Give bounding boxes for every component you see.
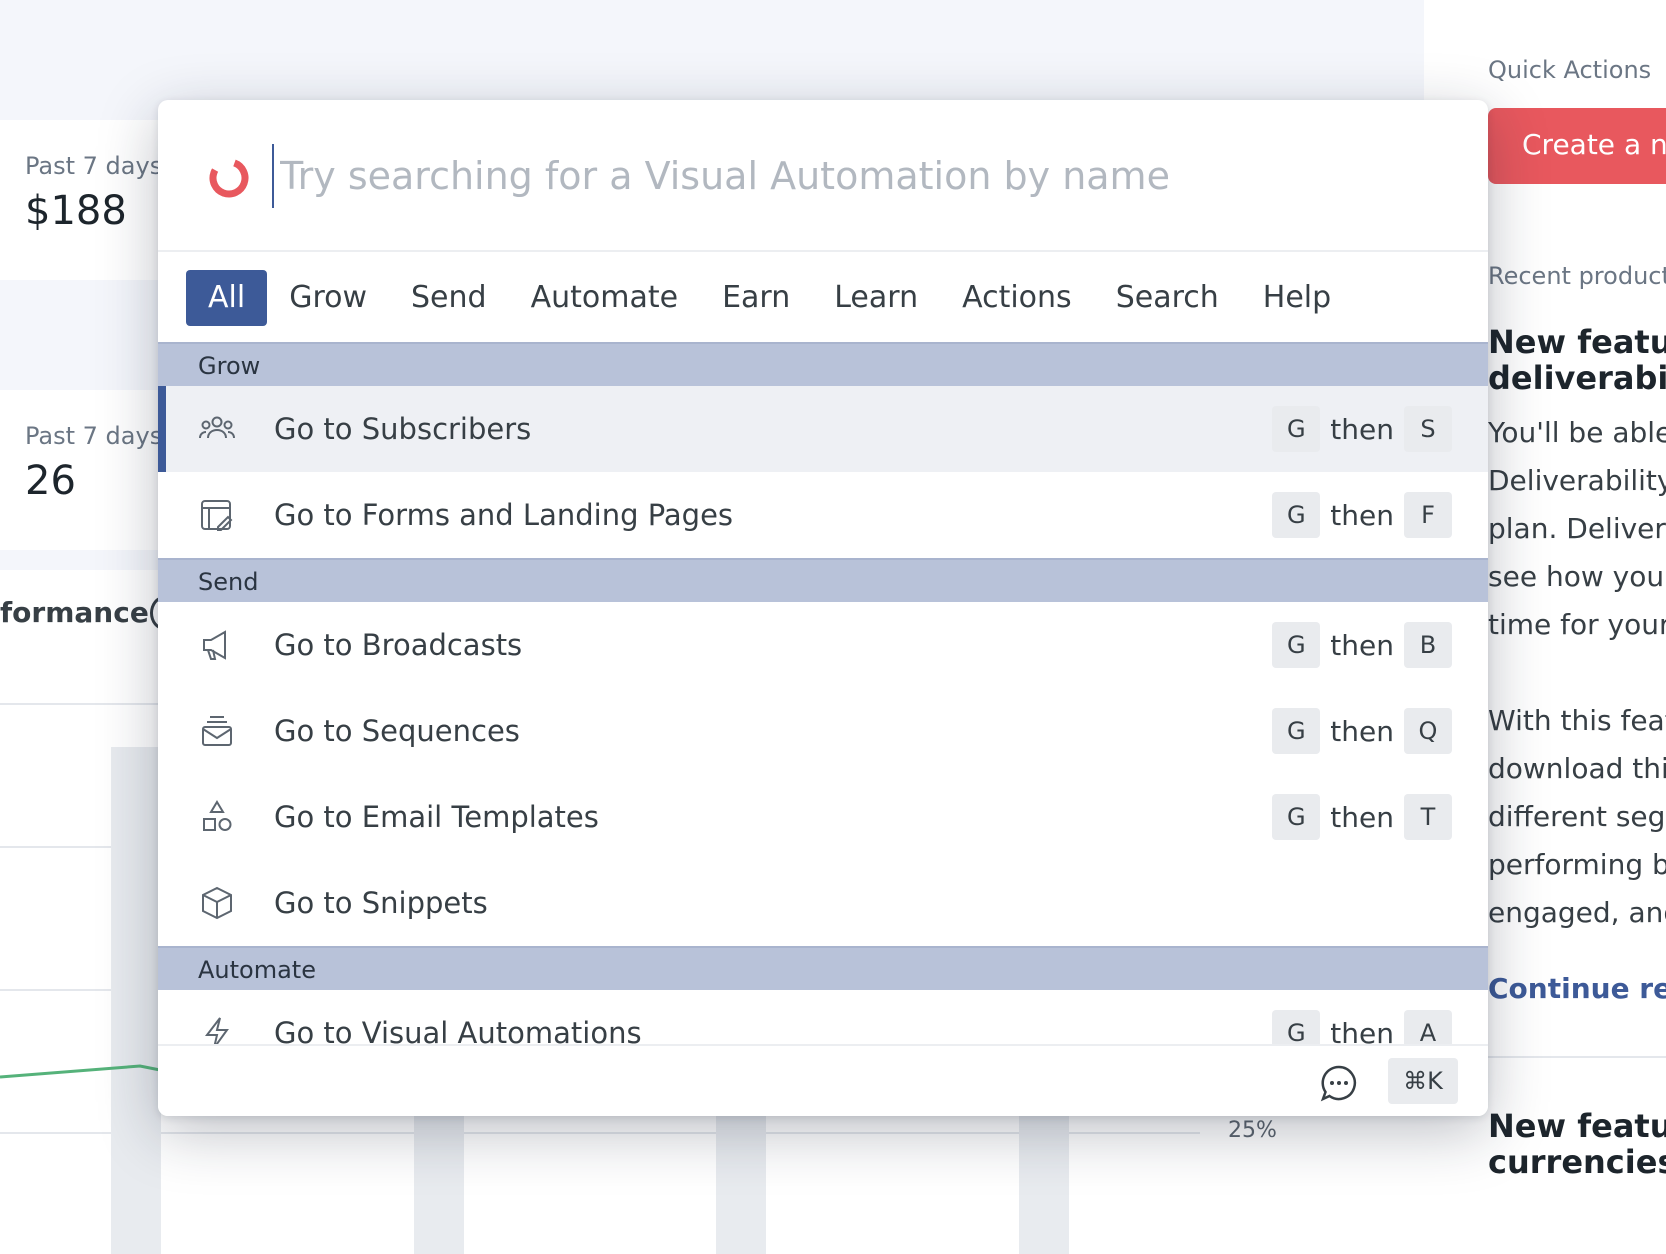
shortcut-then: then: [1330, 1016, 1394, 1045]
shortcut-then: then: [1330, 412, 1394, 446]
keyboard-shortcut: G then F: [1272, 492, 1452, 538]
recent-product-title: Recent product: [1488, 262, 1666, 290]
tab-automate[interactable]: Automate: [509, 270, 700, 326]
tab-help[interactable]: Help: [1241, 270, 1353, 326]
shortcut-key: B: [1404, 622, 1452, 668]
news-heading: New feature: [1488, 1107, 1666, 1145]
result-go-to-email-templates[interactable]: Go to Email Templates G then T: [158, 774, 1488, 860]
tab-all[interactable]: All: [186, 270, 268, 326]
result-label: Go to Broadcasts: [274, 628, 523, 662]
result-label: Go to Email Templates: [274, 800, 599, 834]
cube-icon: [202, 886, 232, 920]
chart-axis-tick: 25%: [1228, 1118, 1277, 1143]
palette-footer: ⌘K: [158, 1044, 1488, 1116]
result-label: Go to Subscribers: [274, 412, 532, 446]
brand-logo-icon: [209, 158, 249, 198]
result-go-to-sequences[interactable]: Go to Sequences G then Q: [158, 688, 1488, 774]
result-label: Go to Snippets: [274, 886, 488, 920]
result-go-to-forms[interactable]: Go to Forms and Landing Pages G then F: [158, 472, 1488, 558]
shortcut-key: S: [1404, 406, 1452, 452]
search-bar: [158, 100, 1488, 252]
news-heading: currencies: [1488, 1143, 1666, 1181]
keyboard-shortcut: G then A: [1272, 1010, 1452, 1044]
result-go-to-subscribers[interactable]: Go to Subscribers G then S: [158, 386, 1488, 472]
forms-icon: [201, 500, 233, 531]
chat-icon[interactable]: [1320, 1064, 1358, 1102]
divider: [1488, 1056, 1666, 1058]
shortcut-key: G: [1272, 708, 1321, 754]
news-body-line: performing be: [1488, 848, 1666, 881]
shortcut-key: G: [1272, 492, 1321, 538]
search-input[interactable]: [272, 144, 1432, 208]
news-heading: New feature: [1488, 323, 1666, 361]
tab-actions[interactable]: Actions: [940, 270, 1094, 326]
section-header-send: Send: [158, 558, 1488, 602]
continue-reading-link[interactable]: Continue rea: [1488, 972, 1666, 1005]
results-list: Grow Go to Subscribers G then S Go to Fo…: [158, 342, 1488, 1044]
news-body-line: You'll be able: [1488, 416, 1666, 449]
shortcut-key: G: [1272, 406, 1321, 452]
result-go-to-snippets[interactable]: Go to Snippets: [158, 860, 1488, 946]
news-body-line: With this featu: [1488, 704, 1666, 737]
shortcut-key: T: [1404, 794, 1452, 840]
lightning-icon: [204, 1017, 229, 1044]
subscribers-icon: [199, 416, 235, 439]
tab-learn[interactable]: Learn: [812, 270, 940, 326]
shortcut-key: F: [1404, 492, 1452, 538]
result-go-to-visual-automations[interactable]: Go to Visual Automations G then A: [158, 990, 1488, 1044]
section-header-automate: Automate: [158, 946, 1488, 990]
news-body-line: time for your: [1488, 608, 1666, 641]
keyboard-shortcut: G then T: [1272, 794, 1452, 840]
keyboard-shortcut: G then B: [1272, 622, 1452, 668]
chart-bar: [1019, 1110, 1069, 1254]
result-go-to-broadcasts[interactable]: Go to Broadcasts G then B: [158, 602, 1488, 688]
chart-bar: [414, 1110, 464, 1254]
shortcut-then: then: [1330, 628, 1394, 662]
command-palette: All Grow Send Automate Earn Learn Action…: [158, 100, 1488, 1116]
shortcut-then: then: [1330, 800, 1394, 834]
chart-bar: [716, 1110, 766, 1254]
shortcut-key: G: [1272, 1010, 1321, 1044]
shortcut-then: then: [1330, 498, 1394, 532]
shortcut-key: G: [1272, 794, 1321, 840]
templates-icon: [203, 800, 232, 831]
create-button[interactable]: Create a ne: [1488, 108, 1666, 184]
shortcut-then: then: [1330, 714, 1394, 748]
category-tabs: All Grow Send Automate Earn Learn Action…: [186, 270, 1353, 326]
keyboard-shortcut: G then Q: [1272, 708, 1452, 754]
tab-earn[interactable]: Earn: [700, 270, 812, 326]
news-body-line: engaged, and: [1488, 896, 1666, 929]
shortcut-key: A: [1404, 1010, 1452, 1044]
tab-send[interactable]: Send: [389, 270, 509, 326]
keyboard-shortcut: G then S: [1272, 406, 1452, 452]
result-label: Go to Visual Automations: [274, 1016, 642, 1044]
result-label: Go to Sequences: [274, 714, 520, 748]
shortcut-key: G: [1272, 622, 1321, 668]
news-body-line: download this: [1488, 752, 1666, 785]
result-label: Go to Forms and Landing Pages: [274, 498, 734, 532]
keyboard-shortcut-hint: ⌘K: [1388, 1058, 1458, 1104]
quick-actions-title: Quick Actions: [1488, 56, 1652, 84]
sequences-icon: [202, 716, 232, 746]
section-header-grow: Grow: [158, 342, 1488, 386]
news-body-line: plan. Delivera: [1488, 512, 1666, 545]
tab-grow[interactable]: Grow: [267, 270, 389, 326]
news-body-line: Deliverability: [1488, 464, 1666, 497]
megaphone-icon: [203, 630, 226, 660]
news-body-line: see how your: [1488, 560, 1666, 593]
news-heading: deliverabilit: [1488, 359, 1666, 397]
news-body-line: different segm: [1488, 800, 1666, 833]
tab-search[interactable]: Search: [1094, 270, 1241, 326]
shortcut-key: Q: [1404, 708, 1452, 754]
